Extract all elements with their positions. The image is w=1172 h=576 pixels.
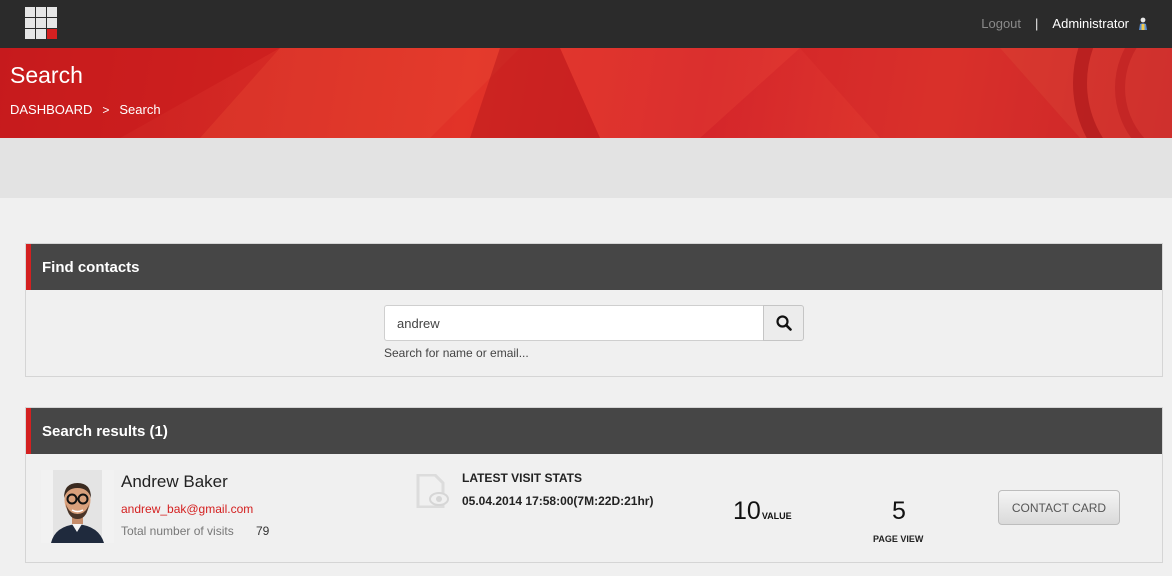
value-stat: 10 VALUE <box>733 497 792 526</box>
header-separator: | <box>1035 16 1039 31</box>
latest-visit-stats-title: LATEST VISIT STATS <box>462 471 582 485</box>
search-results-title: Search results (1) <box>26 408 1162 454</box>
contact-name[interactable]: Andrew Baker <box>121 472 228 492</box>
grid-logo-icon[interactable] <box>25 7 57 39</box>
username-label[interactable]: Administrator <box>1052 16 1129 31</box>
search-box <box>384 305 804 341</box>
visits-count: 79 <box>256 524 270 538</box>
user-icon[interactable] <box>1138 17 1148 31</box>
breadcrumb-separator: > <box>102 102 110 117</box>
contact-email[interactable]: andrew_bak@gmail.com <box>121 502 253 516</box>
top-bar: Logout | Administrator <box>0 0 1172 48</box>
user-menu: Logout | Administrator <box>981 16 1148 31</box>
logout-link[interactable]: Logout <box>981 16 1021 31</box>
contact-card-button[interactable]: CONTACT CARD <box>998 490 1120 525</box>
document-view-icon <box>416 474 449 508</box>
value-number: 10 <box>733 497 761 525</box>
search-hint: Search for name or email... <box>384 346 529 360</box>
hero-background <box>0 48 1172 138</box>
page-hero: Search DASHBOARD > Search <box>0 48 1172 138</box>
search-results-panel: Search results (1) Andrew Baker andrew_b… <box>25 407 1163 563</box>
search-icon <box>775 315 792 331</box>
breadcrumb: DASHBOARD > Search <box>10 102 161 117</box>
find-contacts-title: Find contacts <box>26 244 1162 290</box>
page-view-label: PAGE VIEW <box>873 534 924 544</box>
sub-header-bar <box>0 138 1172 198</box>
value-label: VALUE <box>761 511 792 521</box>
breadcrumb-dashboard[interactable]: DASHBOARD <box>10 102 92 117</box>
page-view-number: 5 <box>892 497 906 525</box>
search-input[interactable] <box>384 305 763 341</box>
page-title: Search <box>10 62 83 88</box>
find-contacts-panel: Find contacts Search for name or email..… <box>25 243 1163 377</box>
visits-label: Total number of visits <box>121 524 234 538</box>
breadcrumb-current: Search <box>119 102 161 117</box>
search-button[interactable] <box>763 305 804 341</box>
latest-visit-stats-value: 05.04.2014 17:58:00(7M:22D:21hr) <box>462 494 654 508</box>
avatar[interactable] <box>41 470 114 543</box>
